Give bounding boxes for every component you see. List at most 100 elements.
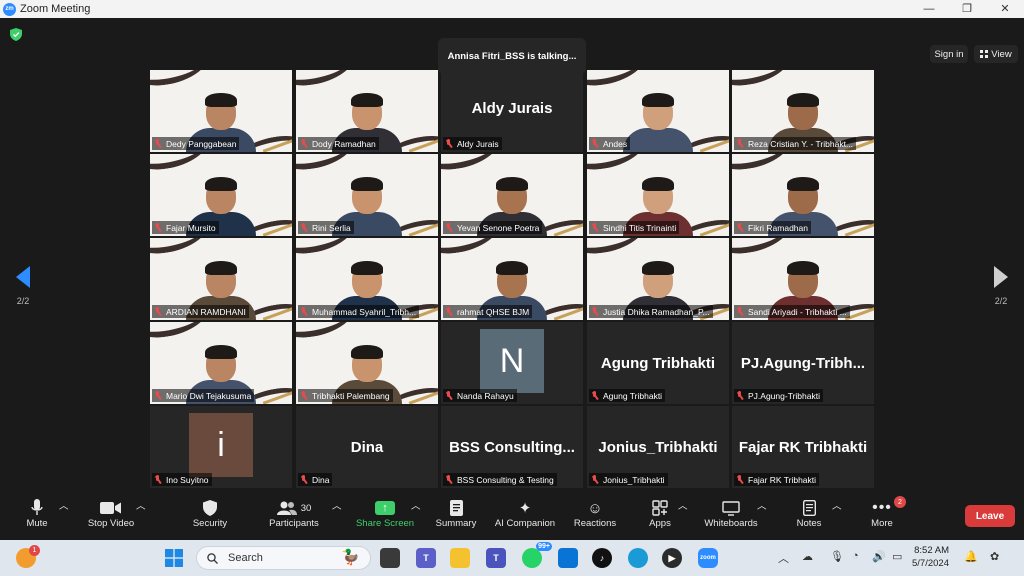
weather-widget-icon[interactable]: 1 bbox=[16, 545, 40, 568]
participant-name-label: ARDIAN RAMDHANI bbox=[152, 305, 249, 318]
participant-name: ARDIAN RAMDHANI bbox=[166, 306, 246, 317]
participant-tile[interactable]: Jonius_Tribhakti Jonius_Tribhakti bbox=[587, 406, 729, 488]
participant-name: PJ.Agung-Tribhakti bbox=[748, 390, 820, 401]
participant-hair bbox=[787, 261, 819, 275]
mute-button[interactable]: Mute bbox=[18, 498, 56, 529]
notes-options-caret[interactable]: ︿ bbox=[832, 498, 842, 512]
video-options-caret[interactable]: ︿ bbox=[136, 498, 146, 512]
notes-button[interactable]: Notes bbox=[792, 498, 826, 529]
share-screen-button[interactable]: ↑ Share Screen bbox=[354, 498, 416, 529]
reactions-button[interactable]: ☺ Reactions bbox=[572, 498, 618, 530]
audio-options-caret[interactable]: ︿ bbox=[59, 498, 69, 512]
muted-mic-icon bbox=[736, 223, 744, 232]
participant-name-label: Jonius_Tribhakti bbox=[589, 473, 668, 486]
file-explorer-icon[interactable] bbox=[450, 548, 470, 568]
ai-companion-button[interactable]: ✦ AI Companion bbox=[492, 498, 558, 529]
muted-mic-icon bbox=[591, 139, 599, 148]
participant-tile[interactable]: Sandi Ariyadi - Tribhakti ... bbox=[732, 238, 874, 320]
participant-tile[interactable]: Reza Cristian Y. - Tribhakt... bbox=[732, 70, 874, 152]
participant-tile[interactable]: Sindhi Titis Trinainti bbox=[587, 154, 729, 236]
participant-tile[interactable]: Rini Serlia bbox=[296, 154, 438, 236]
more-button[interactable]: ••• 2 More bbox=[866, 496, 906, 529]
participant-tile[interactable]: Andes bbox=[587, 70, 729, 152]
participant-tile[interactable]: Fajar Mursito bbox=[150, 154, 292, 236]
teams-chat-icon[interactable]: T bbox=[416, 548, 436, 568]
sign-in-button[interactable]: Sign in bbox=[930, 45, 968, 63]
view-label: View bbox=[991, 48, 1012, 60]
wifi-icon[interactable]: ◔ bbox=[852, 550, 859, 562]
participant-hair bbox=[787, 177, 819, 191]
participant-name: Reza Cristian Y. - Tribhakt... bbox=[748, 138, 854, 149]
onedrive-cloud-icon[interactable]: ☁ bbox=[802, 550, 813, 563]
participant-tile[interactable]: Dody Ramadhan bbox=[296, 70, 438, 152]
participants-count: 30 bbox=[300, 502, 312, 514]
teams-icon[interactable]: T bbox=[486, 548, 506, 568]
participant-tile[interactable]: PJ.Agung-Tribh... PJ.Agung-Tribhakti bbox=[732, 322, 874, 404]
participant-tile[interactable]: Justia Dhika Ramadhan_P... bbox=[587, 238, 729, 320]
system-clock[interactable]: 8:52 AM 5/7/2024 bbox=[912, 544, 949, 570]
participant-tile[interactable]: Tribhakti Palembang bbox=[296, 322, 438, 404]
participant-tile[interactable]: Yevan Senone Poetra bbox=[441, 154, 583, 236]
participant-tile[interactable]: Fikri Ramadhan bbox=[732, 154, 874, 236]
stop-video-button[interactable]: Stop Video bbox=[84, 498, 138, 529]
whatsapp-icon[interactable]: 99+ bbox=[522, 542, 552, 568]
participant-tile[interactable]: i Ino Suyitno bbox=[150, 406, 292, 488]
volume-icon[interactable]: 🔊 bbox=[872, 550, 886, 563]
security-button[interactable]: Security bbox=[188, 498, 232, 529]
taskbar-search[interactable]: Search 🦆 bbox=[196, 546, 371, 570]
participant-tile[interactable]: Dina Dina bbox=[296, 406, 438, 488]
muted-mic-icon bbox=[300, 475, 308, 484]
leave-button[interactable]: Leave bbox=[965, 505, 1015, 527]
participant-name: Fikri Ramadhan bbox=[748, 222, 808, 233]
tray-microphone-icon[interactable]: 🎙 bbox=[830, 550, 844, 563]
participant-name: Tribhakti Palembang bbox=[312, 390, 390, 401]
task-view-icon[interactable] bbox=[380, 548, 400, 568]
participant-tile[interactable]: Muhammad Syahril_Tribh... bbox=[296, 238, 438, 320]
participant-tile[interactable]: Mario Dwi Tejakusuma bbox=[150, 322, 292, 404]
muted-mic-icon bbox=[736, 475, 744, 484]
share-options-caret[interactable]: ︿ bbox=[411, 498, 421, 512]
participant-name: Agung Tribhakti bbox=[603, 390, 663, 401]
previous-page-button[interactable]: 2/2 bbox=[12, 266, 34, 306]
maximize-button[interactable]: ❐ bbox=[948, 0, 986, 18]
tiktok-icon[interactable]: ♪ bbox=[592, 548, 612, 568]
participant-video bbox=[623, 86, 693, 152]
whiteboards-button[interactable]: Whiteboards bbox=[700, 498, 762, 529]
media-player-icon[interactable]: ▶ bbox=[662, 548, 682, 568]
view-button[interactable]: View bbox=[974, 45, 1018, 63]
participant-tile[interactable]: Agung Tribhakti Agung Tribhakti bbox=[587, 322, 729, 404]
participant-tile[interactable]: N Nanda Rahayu bbox=[441, 322, 583, 404]
participants-button[interactable]: 30 Participants bbox=[264, 498, 324, 529]
windows-start-icon[interactable] bbox=[164, 548, 184, 568]
close-button[interactable]: ✕ bbox=[986, 0, 1024, 18]
participant-tile[interactable]: ARDIAN RAMDHANI bbox=[150, 238, 292, 320]
notification-bell-icon[interactable]: 🔔 bbox=[964, 550, 978, 563]
whiteboards-options-caret[interactable]: ︿ bbox=[757, 498, 767, 512]
participant-tile[interactable]: Fajar RK Tribhakti Fajar RK Tribhakti bbox=[732, 406, 874, 488]
ai-companion-label: AI Companion bbox=[494, 518, 556, 529]
participant-name: Nanda Rahayu bbox=[457, 390, 514, 401]
next-page-button[interactable]: 2/2 bbox=[990, 266, 1012, 306]
participant-tile[interactable]: Dedy Panggabean bbox=[150, 70, 292, 152]
minimize-button[interactable]: — bbox=[910, 0, 948, 18]
share-screen-icon-wrap: ↑ bbox=[354, 498, 416, 518]
participant-tile[interactable]: rahmat QHSE BJM bbox=[441, 238, 583, 320]
store-icon[interactable] bbox=[558, 548, 578, 568]
copilot-icon[interactable]: ✿ bbox=[990, 550, 999, 563]
apps-button[interactable]: Apps bbox=[644, 498, 676, 529]
tray-overflow-icon[interactable]: ︿ bbox=[778, 550, 789, 566]
apps-options-caret[interactable]: ︿ bbox=[678, 498, 688, 512]
battery-icon[interactable]: ▭ bbox=[892, 550, 902, 563]
participant-name-label: Fajar Mursito bbox=[152, 221, 219, 234]
participants-options-caret[interactable]: ︿ bbox=[332, 498, 342, 512]
participant-tile[interactable]: Aldy Jurais Aldy Jurais bbox=[441, 70, 583, 152]
participant-tile[interactable]: BSS Consulting... BSS Consulting & Testin… bbox=[441, 406, 583, 488]
edge-icon[interactable] bbox=[628, 548, 648, 568]
zoom-taskbar-icon[interactable]: zoom bbox=[698, 548, 718, 568]
muted-mic-icon bbox=[591, 475, 599, 484]
participant-name: Muhammad Syahril_Tribh... bbox=[312, 306, 417, 317]
encryption-shield-icon[interactable] bbox=[10, 28, 22, 41]
participant-name: Yevan Senone Poetra bbox=[457, 222, 540, 233]
summary-button[interactable]: Summary bbox=[432, 498, 480, 529]
participant-name: Rini Serlia bbox=[312, 222, 351, 233]
